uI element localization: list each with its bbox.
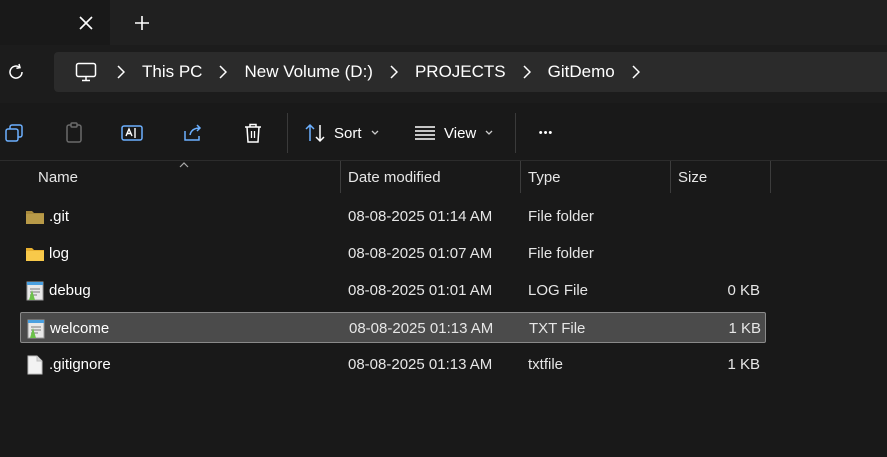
sort-label: Sort xyxy=(334,124,362,142)
file-name: welcome xyxy=(50,320,110,337)
share-button[interactable] xyxy=(177,117,209,149)
share-icon xyxy=(184,124,202,141)
tab-close-button[interactable] xyxy=(72,9,100,37)
column-header-size[interactable]: Size xyxy=(670,161,770,193)
column-header-type[interactable]: Type xyxy=(520,161,670,193)
breadcrumb-chevron[interactable] xyxy=(621,52,651,92)
chevron-right-icon xyxy=(219,65,228,79)
file-row[interactable]: log 08-08-2025 01:07 AM File folder xyxy=(20,238,766,269)
chevron-right-icon xyxy=(632,65,640,79)
copy-icon xyxy=(5,124,23,142)
file-size: 1 KB xyxy=(728,320,761,337)
this-pc-location[interactable] xyxy=(66,52,106,92)
toolbar-divider xyxy=(287,113,288,153)
rename-icon xyxy=(121,125,143,141)
notepad-file-icon xyxy=(24,275,46,306)
trash-icon xyxy=(245,123,261,143)
file-name: .gitignore xyxy=(49,356,111,373)
more-options-button[interactable]: ••• xyxy=(530,117,562,149)
active-tab[interactable] xyxy=(0,0,110,45)
folder-dark-icon xyxy=(24,201,46,232)
monitor-icon xyxy=(75,62,97,82)
chevron-down-icon xyxy=(371,130,378,135)
file-size: 1 KB xyxy=(727,356,760,373)
close-icon xyxy=(79,16,93,30)
file-size: 0 KB xyxy=(727,282,760,299)
chevron-right-icon xyxy=(117,65,125,79)
clipboard-icon xyxy=(66,122,82,143)
address-row: This PC New Volume (D:) PROJECTS GitDemo xyxy=(0,45,887,103)
file-row[interactable]: .gitignore 08-08-2025 01:13 AM txtfile 1… xyxy=(20,349,766,380)
column-divider[interactable] xyxy=(770,161,771,193)
breadcrumb-chevron[interactable] xyxy=(208,52,238,92)
breadcrumb-new-volume[interactable]: New Volume (D:) xyxy=(238,52,378,92)
file-type: TXT File xyxy=(529,320,586,337)
view-label: View xyxy=(444,124,477,142)
file-type: File folder xyxy=(528,208,594,225)
file-date-modified: 08-08-2025 01:01 AM xyxy=(348,282,493,299)
chevron-right-icon xyxy=(523,65,531,79)
tab-strip xyxy=(0,0,887,45)
file-row[interactable]: .git 08-08-2025 01:14 AM File folder xyxy=(20,201,766,232)
file-date-modified: 08-08-2025 01:14 AM xyxy=(348,208,493,225)
new-tab-button[interactable] xyxy=(128,9,156,37)
folder-icon xyxy=(24,238,46,269)
file-name: debug xyxy=(49,282,91,299)
breadcrumb-gitdemo[interactable]: GitDemo xyxy=(542,52,621,92)
paste-button[interactable] xyxy=(58,117,90,149)
file-type: LOG File xyxy=(528,282,589,299)
breadcrumb-this-pc[interactable]: This PC xyxy=(136,52,208,92)
file-type: File folder xyxy=(528,245,594,262)
sort-icon xyxy=(305,123,325,143)
breadcrumb-chevron[interactable] xyxy=(512,52,542,92)
copy-button[interactable] xyxy=(0,117,28,149)
column-header-date[interactable]: Date modified xyxy=(340,161,520,193)
column-headers: Name Date modified Type Size xyxy=(0,161,887,196)
breadcrumb-chevron[interactable] xyxy=(106,52,136,92)
file-date-modified: 08-08-2025 01:07 AM xyxy=(348,245,493,262)
address-bar[interactable]: This PC New Volume (D:) PROJECTS GitDemo xyxy=(54,52,887,92)
chevron-down-icon xyxy=(485,130,493,135)
breadcrumb-chevron[interactable] xyxy=(379,52,409,92)
breadcrumb-projects[interactable]: PROJECTS xyxy=(409,52,512,92)
file-size xyxy=(670,238,760,269)
file-size xyxy=(670,201,760,232)
chevron-right-icon xyxy=(390,65,398,79)
rename-button[interactable] xyxy=(116,117,148,149)
refresh-button[interactable] xyxy=(2,58,30,86)
toolbar-divider xyxy=(515,113,516,153)
notepad-file-icon xyxy=(25,313,47,344)
file-name: .git xyxy=(49,208,70,225)
column-header-name[interactable]: Name xyxy=(30,161,340,193)
file-date-modified: 08-08-2025 01:13 AM xyxy=(349,320,494,337)
refresh-icon xyxy=(9,63,23,79)
file-row-selected[interactable]: welcome 08-08-2025 01:13 AM TXT File 1 K… xyxy=(20,312,766,343)
file-name: log xyxy=(49,245,70,262)
file-row[interactable]: debug 08-08-2025 01:01 AM LOG File 0 KB xyxy=(20,275,766,306)
sort-button[interactable]: Sort xyxy=(304,117,388,149)
file-date-modified: 08-08-2025 01:13 AM xyxy=(348,356,493,373)
blank-file-icon xyxy=(24,349,46,380)
command-bar: Sort View ••• xyxy=(0,103,887,161)
plus-icon xyxy=(135,16,149,30)
delete-button[interactable] xyxy=(237,117,269,149)
file-type: txtfile xyxy=(528,356,564,373)
list-view-icon xyxy=(415,126,435,140)
view-button[interactable]: View xyxy=(414,117,504,149)
